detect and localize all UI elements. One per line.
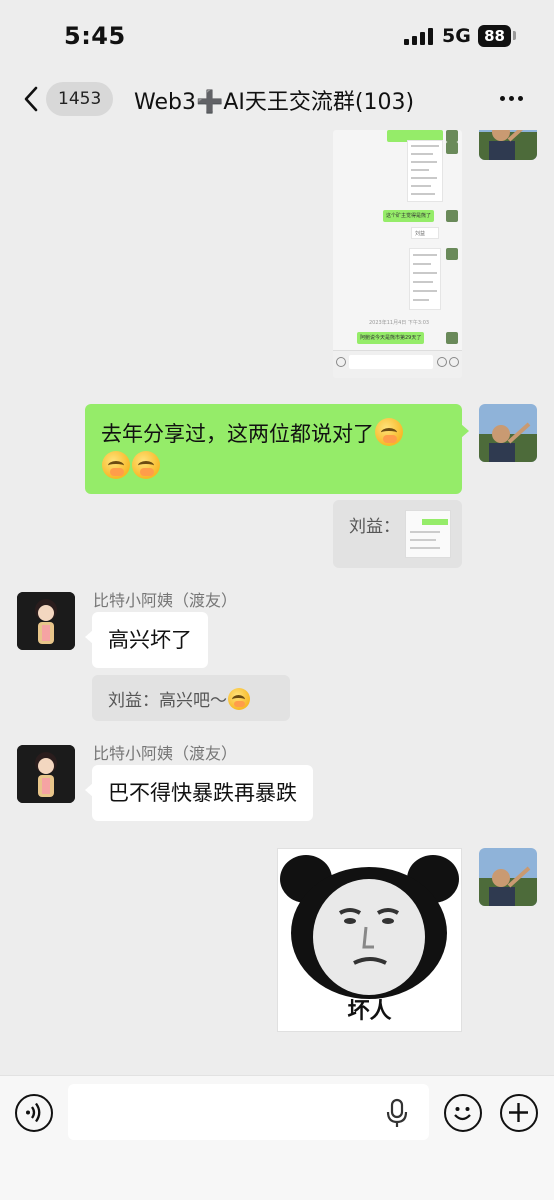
emoji-icon[interactable]: [444, 1094, 482, 1132]
status-bar: 5:45 5G 88: [0, 0, 554, 70]
avatar-self[interactable]: [479, 130, 537, 160]
chat-header: 1453 Web3➕AI天王交流群(103): [0, 70, 554, 130]
voice-icon[interactable]: [15, 1094, 53, 1132]
emoji-icon: [102, 451, 130, 479]
avatar-bitexiaoayi[interactable]: [17, 592, 75, 650]
network-label: 5G: [442, 25, 471, 47]
thumb-date: 2023年11月4日 下午3:03: [369, 320, 430, 326]
thumb-bubble-3: 阿鲍说今天是熊市第29天了: [357, 332, 425, 344]
quoted-message[interactable]: 刘益：高兴吧～: [92, 675, 290, 721]
avatar-self[interactable]: [479, 404, 537, 462]
message-input[interactable]: [68, 1084, 429, 1140]
plus-icon[interactable]: [500, 1094, 538, 1132]
unread-count-badge[interactable]: 1453: [46, 82, 114, 116]
status-time: 5:45: [64, 22, 126, 50]
sticker-caption: 坏人: [347, 999, 392, 1024]
battery-icon: 88: [478, 25, 511, 47]
message-list[interactable]: 这个矿主觉得是熊了 刘益 2023年11月4日 下午3:03 阿鲍说今天是熊市第…: [0, 130, 554, 1075]
chat-title: Web3➕AI天王交流群(103): [134, 90, 415, 115]
input-bar: [0, 1075, 554, 1200]
quoted-image-thumbnail: [405, 510, 451, 558]
sender-name: 比特小阿姨（渡友）: [93, 591, 238, 610]
back-icon[interactable]: [20, 84, 48, 114]
quote-author: 刘益：: [349, 517, 400, 537]
sticker-message[interactable]: 坏人: [277, 848, 462, 1032]
self-message-text: 去年分享过，这两位都说对了: [101, 422, 374, 446]
other-message-bubble[interactable]: 高兴坏了: [85, 612, 208, 668]
avatar-self[interactable]: [479, 848, 537, 906]
other-message-bubble[interactable]: 巴不得快暴跌再暴跌: [85, 765, 313, 821]
emoji-icon: [375, 418, 403, 446]
self-message-bubble[interactable]: 去年分享过，这两位都说对了: [85, 404, 469, 494]
panda-face-sticker: [280, 855, 459, 999]
quoted-text: 刘益：高兴吧～: [108, 691, 227, 711]
thumb-bubble-1: 这个矿主觉得是熊了: [383, 210, 435, 222]
signal-icon: [404, 28, 433, 45]
emoji-icon: [228, 688, 250, 710]
quoted-image-reference[interactable]: 刘益：: [333, 500, 462, 568]
emoji-icon: [132, 451, 160, 479]
battery-tip: [513, 31, 516, 40]
more-icon[interactable]: [500, 96, 523, 101]
thumb-bubble-2: 刘益: [411, 227, 439, 239]
sender-name: 比特小阿姨（渡友）: [93, 744, 238, 763]
avatar-bitexiaoayi[interactable]: [17, 745, 75, 803]
mic-icon[interactable]: [386, 1098, 408, 1128]
image-message-screenshot[interactable]: 这个矿主觉得是熊了 刘益 2023年11月4日 下午3:03 阿鲍说今天是熊市第…: [333, 130, 462, 378]
